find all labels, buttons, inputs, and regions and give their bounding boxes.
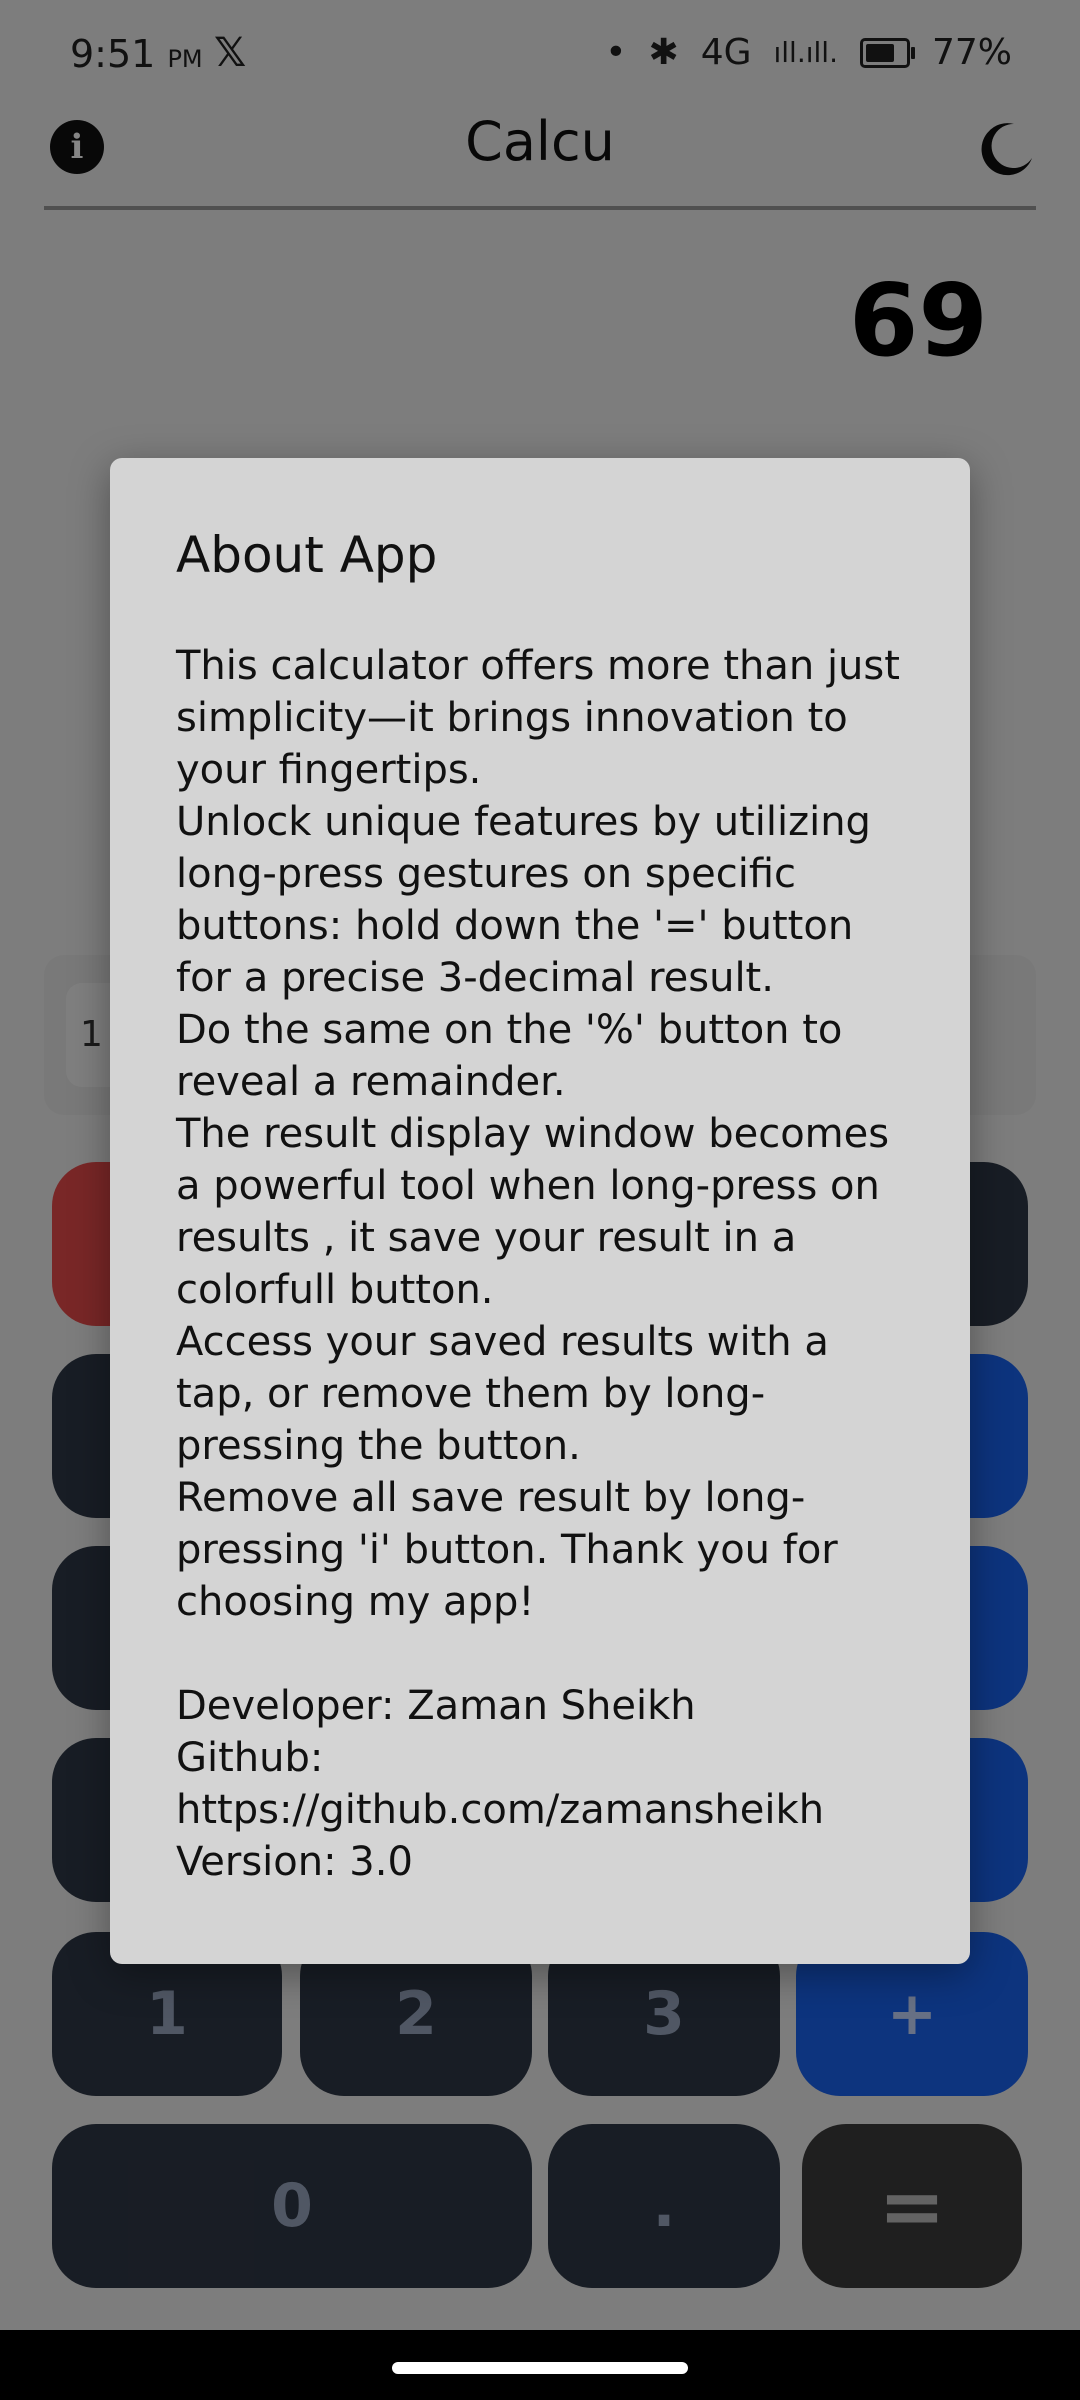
- github-link[interactable]: Github: https://github.com/zamansheikh: [176, 1732, 904, 1836]
- about-paragraph: Remove all save result by long-pressing …: [176, 1475, 838, 1625]
- about-paragraph: Access your saved results with a tap, or…: [176, 1319, 829, 1469]
- home-indicator[interactable]: [392, 2362, 688, 2374]
- about-dialog: About App This calculator offers more th…: [110, 458, 970, 1964]
- dialog-spacer: [176, 1628, 904, 1680]
- screen: 9:51 PM 𝕏 • ✱ 4G ıll.ıll. 77% i Calcu 69…: [0, 0, 1080, 2400]
- dialog-body: This calculator offers more than just si…: [176, 640, 904, 1888]
- dialog-title: About App: [176, 526, 438, 584]
- about-paragraph: Unlock unique features by utilizing long…: [176, 799, 871, 1001]
- status-bar-scrim: [0, 0, 1080, 90]
- version-text: Version: 3.0: [176, 1839, 413, 1885]
- about-paragraph: This calculator offers more than just si…: [176, 643, 900, 793]
- navigation-bar: [0, 2330, 1080, 2400]
- about-paragraph: The result display window becomes a powe…: [176, 1111, 890, 1313]
- developer-text: Developer: Zaman Sheikh: [176, 1683, 696, 1729]
- about-paragraph: Do the same on the '%' button to reveal …: [176, 1007, 843, 1105]
